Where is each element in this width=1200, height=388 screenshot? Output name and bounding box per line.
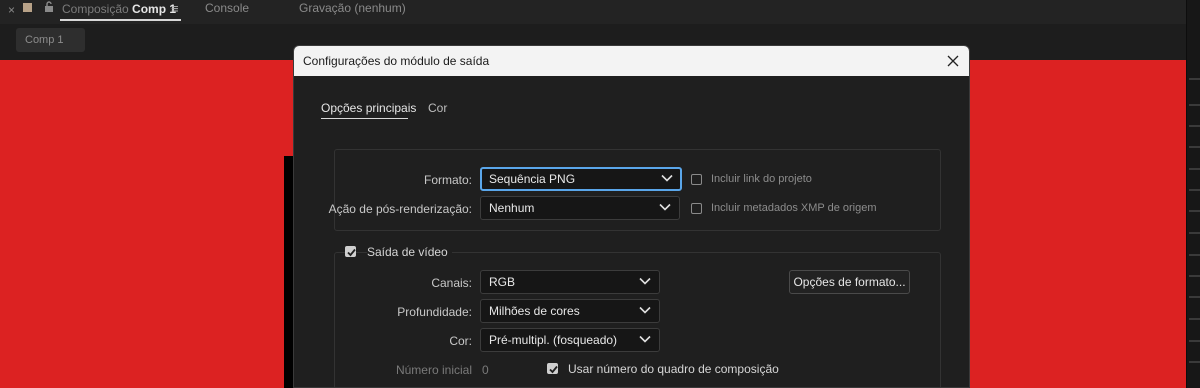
tab-color[interactable]: Cor bbox=[428, 101, 447, 115]
comp-color-swatch-icon bbox=[23, 3, 32, 12]
strip-mark bbox=[1189, 189, 1200, 191]
strip-mark bbox=[1189, 146, 1200, 148]
dialog-title: Configurações do módulo de saída bbox=[303, 54, 490, 68]
strip-mark bbox=[1189, 318, 1200, 320]
comp-chip[interactable]: Comp 1 bbox=[16, 28, 85, 52]
active-tab-indicator bbox=[60, 19, 181, 21]
color-select[interactable]: Pré-multipl. (fosqueado) bbox=[480, 328, 660, 352]
strip-mark bbox=[1189, 275, 1200, 277]
strip-mark bbox=[1189, 254, 1200, 256]
tab-main-options[interactable]: Opções principais bbox=[321, 101, 416, 115]
use-comp-frame-number-label[interactable]: Usar número do quadro de composição bbox=[568, 362, 779, 376]
post-render-action-value: Nenhum bbox=[489, 201, 535, 215]
start-number-value[interactable]: 0 bbox=[482, 363, 489, 377]
chevron-down-icon bbox=[639, 335, 651, 343]
tab-console[interactable]: Console bbox=[205, 1, 249, 15]
tab-close-icon[interactable]: × bbox=[8, 3, 15, 17]
depth-value: Milhões de cores bbox=[489, 304, 580, 318]
strip-mark bbox=[1189, 104, 1200, 106]
depth-select[interactable]: Milhões de cores bbox=[480, 299, 660, 323]
post-render-action-select[interactable]: Nenhum bbox=[480, 196, 680, 220]
strip-mark bbox=[1189, 296, 1200, 298]
right-panel-strip bbox=[1186, 0, 1200, 388]
video-output-label[interactable]: Saída de vídeo bbox=[367, 245, 452, 259]
include-project-link-checkbox[interactable] bbox=[691, 174, 702, 185]
chevron-down-icon bbox=[639, 277, 651, 285]
format-select[interactable]: Sequência PNG bbox=[480, 167, 682, 191]
tab-composition[interactable]: Composição Comp 1 bbox=[62, 2, 176, 16]
strip-mark bbox=[1189, 361, 1200, 363]
panel-tab-bar: × Composição Comp 1 ≡ Console Gravação (… bbox=[0, 0, 1200, 24]
color-value: Pré-multipl. (fosqueado) bbox=[489, 333, 618, 347]
output-module-settings-dialog: Configurações do módulo de saída Opções … bbox=[293, 45, 970, 388]
chevron-down-icon bbox=[659, 203, 671, 211]
tab-recording[interactable]: Gravação (nenhum) bbox=[299, 1, 406, 15]
tab-composition-prefix: Composição bbox=[62, 2, 129, 16]
channels-label: Canais: bbox=[431, 276, 472, 290]
chevron-down-icon bbox=[661, 174, 673, 182]
tab-composition-name: Comp 1 bbox=[132, 2, 177, 16]
panel-menu-icon[interactable]: ≡ bbox=[171, 1, 179, 16]
format-label: Formato: bbox=[423, 173, 472, 187]
start-number-label: Número inicial bbox=[395, 363, 472, 377]
format-select-value: Sequência PNG bbox=[489, 172, 576, 186]
close-icon[interactable] bbox=[946, 54, 960, 68]
format-options-button[interactable]: Opções de formato... bbox=[789, 270, 910, 294]
strip-mark bbox=[1189, 125, 1200, 127]
include-project-link-label[interactable]: Incluir link do projeto bbox=[711, 173, 812, 185]
strip-mark bbox=[1189, 210, 1200, 212]
dialog-titlebar[interactable]: Configurações do módulo de saída bbox=[294, 46, 969, 76]
strip-mark bbox=[1189, 232, 1200, 234]
strip-mark bbox=[1189, 168, 1200, 170]
depth-label: Profundidade: bbox=[397, 305, 472, 319]
include-xmp-metadata-checkbox[interactable] bbox=[691, 203, 702, 214]
chevron-down-icon bbox=[639, 306, 651, 314]
strip-mark bbox=[1189, 340, 1200, 342]
use-comp-frame-number-checkbox[interactable] bbox=[547, 363, 558, 374]
include-xmp-metadata-label[interactable]: Incluir metadados XMP de origem bbox=[711, 202, 877, 214]
color-label: Cor: bbox=[449, 334, 472, 348]
active-tab-indicator bbox=[321, 118, 408, 119]
video-output-checkbox[interactable] bbox=[345, 246, 356, 257]
lock-icon[interactable] bbox=[43, 1, 55, 13]
strip-mark bbox=[1189, 78, 1200, 80]
post-render-action-label: Ação de pós-renderização: bbox=[328, 202, 472, 216]
channels-value: RGB bbox=[489, 275, 516, 289]
channels-select[interactable]: RGB bbox=[480, 270, 660, 294]
